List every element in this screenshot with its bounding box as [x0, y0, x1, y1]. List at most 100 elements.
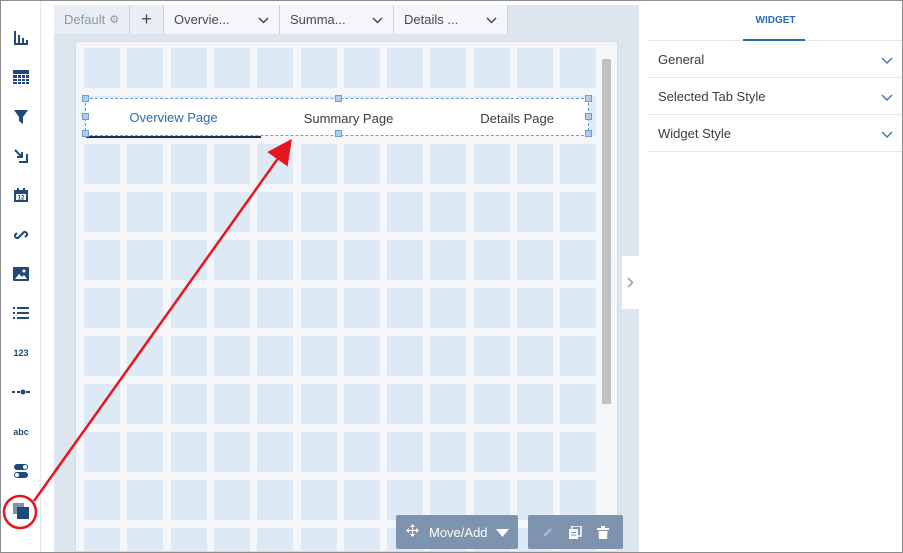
- chevron-down-icon[interactable]: [881, 89, 893, 104]
- grid-cell: [387, 384, 424, 424]
- grid-cell: [560, 432, 597, 472]
- calendar-icon[interactable]: 12: [9, 183, 33, 207]
- chevron-down-icon[interactable]: [881, 126, 893, 141]
- grid-cell: [84, 240, 120, 280]
- grid-cell: [257, 240, 294, 280]
- grid-cell: [257, 336, 294, 376]
- section-widget-style-label: Widget Style: [658, 125, 731, 141]
- chevron-down-icon[interactable]: [881, 52, 893, 67]
- grid-cell: [473, 384, 510, 424]
- tab-overview[interactable]: Overvie...: [164, 5, 280, 34]
- grid-cell: [387, 240, 424, 280]
- tab-summary[interactable]: Summa...: [280, 5, 394, 34]
- section-selected-tab-style-label: Selected Tab Style: [658, 88, 766, 104]
- grid-cell: [387, 336, 424, 376]
- number-icon[interactable]: 123: [9, 341, 33, 365]
- resize-handle[interactable]: [82, 130, 89, 137]
- section-selected-tab-style[interactable]: Selected Tab Style: [649, 78, 902, 115]
- panel-tab-widget[interactable]: WIDGET: [649, 1, 902, 41]
- grid-cell: [127, 384, 164, 424]
- toggle-icon[interactable]: [9, 459, 33, 483]
- widget-tab-overview[interactable]: Overview Page: [86, 99, 261, 138]
- tab-widget[interactable]: Overview Page Summary Page Details Page: [82, 95, 592, 138]
- tab-summary-label: Summa...: [290, 12, 346, 27]
- grid-cell: [127, 288, 164, 328]
- resize-handle[interactable]: [585, 95, 592, 102]
- grid-cell: [84, 336, 120, 376]
- compare-icon[interactable]: [9, 144, 33, 168]
- resize-handle[interactable]: [82, 95, 89, 102]
- vertical-scrollbar[interactable]: [602, 59, 611, 404]
- grid-cell: [170, 528, 207, 551]
- grid-cell: [213, 48, 250, 88]
- grid-cell: [430, 48, 467, 88]
- grid-cell: [560, 336, 597, 376]
- widget-tab-summary[interactable]: Summary Page: [261, 99, 436, 137]
- edit-icon[interactable]: [539, 523, 557, 541]
- container-icon[interactable]: [9, 499, 33, 523]
- grid-cell: [300, 48, 337, 88]
- grid-cell: [257, 288, 294, 328]
- widget-toolbar: 12 123 abc: [1, 1, 41, 552]
- grid-cell: [517, 432, 553, 472]
- section-general[interactable]: General: [649, 41, 902, 78]
- grid-cell: [343, 288, 380, 328]
- grid-cell: [84, 288, 120, 328]
- copy-icon[interactable]: [566, 523, 584, 541]
- grid-cell: [257, 432, 294, 472]
- grid-cell: [300, 192, 337, 232]
- grid-cell: [213, 336, 250, 376]
- resize-handle[interactable]: [335, 130, 342, 137]
- filter-icon[interactable]: [9, 105, 33, 129]
- grid-cell: [387, 432, 424, 472]
- table-icon[interactable]: [9, 65, 33, 89]
- widget-tab-details[interactable]: Details Page: [436, 99, 590, 137]
- grid-cell: [300, 336, 337, 376]
- list-icon[interactable]: [9, 301, 33, 325]
- chevron-down-icon[interactable]: [486, 12, 497, 27]
- grid-cell: [560, 48, 597, 88]
- grid-cell: [387, 480, 424, 520]
- grid-cell: [127, 480, 164, 520]
- link-icon[interactable]: [9, 223, 33, 247]
- chart-icon[interactable]: [9, 26, 33, 50]
- dashboard-canvas: Default ⚙ + Overvie... Summa... Details …: [54, 5, 639, 552]
- tab-details[interactable]: Details ...: [394, 5, 508, 34]
- grid-cell: [343, 240, 380, 280]
- gear-icon[interactable]: ⚙: [109, 13, 119, 26]
- range-icon[interactable]: [9, 380, 33, 404]
- grid-cell: [84, 480, 120, 520]
- grid-cell: [517, 288, 553, 328]
- grid-cell: [343, 480, 380, 520]
- caret-down-icon[interactable]: [495, 525, 509, 540]
- resize-handle[interactable]: [82, 113, 89, 120]
- resize-handle[interactable]: [585, 130, 592, 137]
- grid-cell: [300, 384, 337, 424]
- grid-cell: [84, 432, 120, 472]
- chevron-down-icon[interactable]: [258, 12, 269, 27]
- grid-cell: [517, 336, 553, 376]
- chevron-down-icon[interactable]: [372, 12, 383, 27]
- grid-cell: [127, 432, 164, 472]
- text-icon[interactable]: abc: [9, 420, 33, 444]
- panel-header-label: WIDGET: [755, 15, 796, 26]
- grid-cell: [170, 48, 207, 88]
- resize-handle[interactable]: [585, 113, 592, 120]
- grid-cell: [170, 192, 207, 232]
- move-add-button[interactable]: Move/Add: [396, 515, 518, 549]
- grid-cell: [170, 144, 207, 184]
- add-page-button[interactable]: +: [130, 5, 164, 34]
- tab-default[interactable]: Default ⚙: [54, 5, 130, 34]
- calendar-icon-text: 12: [18, 196, 25, 202]
- delete-icon[interactable]: [594, 523, 612, 541]
- grid-cell: [300, 480, 337, 520]
- grid-cell: [127, 336, 164, 376]
- image-icon[interactable]: [9, 262, 33, 286]
- grid-cell: [430, 384, 467, 424]
- section-widget-style[interactable]: Widget Style: [649, 115, 902, 152]
- resize-handle[interactable]: [335, 95, 342, 102]
- grid-cell: [343, 528, 380, 551]
- grid-cell: [213, 384, 250, 424]
- grid-cell: [560, 240, 597, 280]
- collapse-panel-button[interactable]: [621, 255, 639, 310]
